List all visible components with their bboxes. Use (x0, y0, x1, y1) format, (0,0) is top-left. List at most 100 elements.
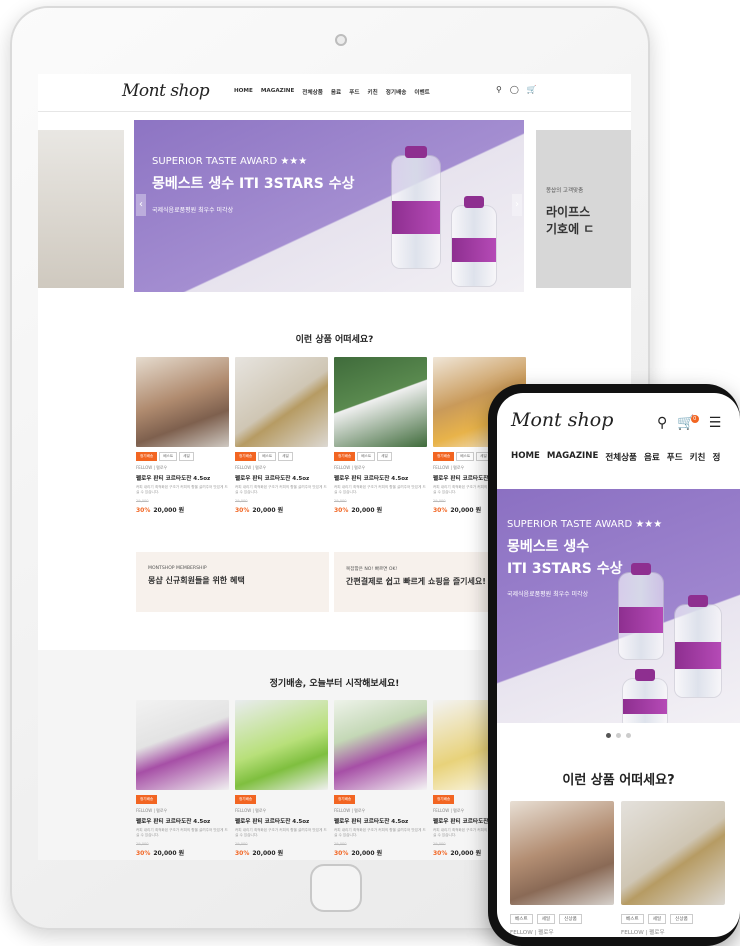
nav-item-subscription[interactable]: 정 (712, 451, 720, 463)
nav-item-drinks[interactable]: 음료 (331, 88, 341, 96)
banner-headline: 몽샵 신규회원들을 위한 혜택 (148, 576, 245, 585)
cart-icon[interactable]: 🛒 (527, 85, 537, 94)
product-image[interactable] (136, 357, 229, 447)
tag-best: 베스트 (510, 914, 533, 924)
product-original-price: 29,000 (235, 499, 248, 503)
nav-item-magazine[interactable]: MAGAZINE (261, 88, 294, 96)
nav-item-food[interactable]: 푸드 (667, 451, 683, 463)
product-tag: 세일 (179, 452, 194, 461)
product-brand: FELLOW | 펠로우 (334, 808, 366, 813)
phone-logo[interactable]: Mont shop (511, 409, 613, 431)
product-image[interactable] (334, 700, 427, 790)
product-card[interactable]: 베스트 세일 신상품 FELLOW | 펠로우 (510, 801, 614, 936)
product-tag: 정기배송 (433, 452, 455, 461)
product-tags: 정기배송 베스트 세일 (235, 452, 328, 461)
product-card[interactable]: 정기배송 FELLOW | 펠로우 펠로우 판티 코르타도잔 4.5oz 커피 … (235, 700, 328, 857)
cart-icon[interactable]: 🛒0 (677, 415, 699, 431)
slider-dot[interactable] (626, 733, 631, 738)
product-description: 커피 내리기 최적화된 구조가 커피의 향을 살려주어 맛있게 드실 수 있습니… (334, 485, 426, 494)
cart-count-badge: 0 (690, 415, 699, 423)
nav-item-kitchen[interactable]: 키친 (367, 88, 377, 96)
discount-percent: 30% (235, 850, 250, 857)
product-name[interactable]: 펠로우 판티 코르타도잔 4.5oz (136, 817, 229, 825)
product-tag: 베스트 (159, 452, 178, 461)
product-tag: 세일 (278, 452, 293, 461)
hero-headline: 몽베스트 생수 ITI 3STARS 수상 (507, 536, 622, 580)
product-tag: 베스트 (357, 452, 376, 461)
membership-banner[interactable]: MONTSHOP MEMBERSHIP 몽샵 신규회원들을 위한 혜택 (136, 552, 329, 612)
nav-item-subscription[interactable]: 정기배송 (386, 88, 407, 96)
tablet-header: Mont shop HOME MAGAZINE 전체상품 음료 푸드 키친 정기… (38, 74, 631, 112)
product-card[interactable]: 정기배송 베스트 세일 FELLOW | 펠로우 펠로우 판티 코르타도잔 4.5o… (334, 357, 427, 514)
product-original-price: 29,000 (334, 499, 347, 503)
product-brand: FELLOW | 펠로우 (235, 465, 267, 470)
nav-item-event[interactable]: 이벤트 (414, 88, 429, 96)
hero-award: SUPERIOR TASTE AWARD ★★★ (507, 519, 663, 530)
header-icons: ⚲ ◯ 🛒 (496, 85, 537, 94)
product-name[interactable]: 펠로우 판티 코르타도잔 4.5oz (136, 474, 229, 482)
product-image[interactable] (334, 357, 427, 447)
hero-prev-arrow[interactable]: ‹ (136, 194, 146, 216)
prev-slide-peek[interactable] (38, 130, 124, 288)
product-image[interactable] (621, 801, 725, 905)
product-image[interactable] (136, 700, 229, 790)
site-logo[interactable]: Mont shop (122, 81, 210, 101)
next-slide-small-text: 몽샵의 고객맞춤 (546, 188, 584, 194)
water-bottle-image (623, 669, 667, 723)
product-tags: 베스트 세일 신상품 (510, 914, 614, 924)
discount-percent: 30% (433, 507, 448, 514)
hamburger-menu-icon[interactable]: ☰ (709, 415, 722, 431)
product-description: 커피 내리기 최적화된 구조가 커피의 향을 살려주어 맛있게 드실 수 있습니… (235, 828, 327, 837)
next-slide-headline: 라이프스 기호에 ㄷ (546, 204, 594, 238)
product-card[interactable]: 정기배송 FELLOW | 펠로우 펠로우 판티 코르타도잔 4.5oz 커피 … (334, 700, 427, 857)
nav-item-kitchen[interactable]: 키친 (690, 451, 706, 463)
product-card[interactable]: 베스트 세일 신상품 FELLOW | 펠로우 (621, 801, 725, 936)
product-description: 커피 내리기 최적화된 구조가 커피의 향을 살려주어 맛있게 드실 수 있습니… (136, 485, 228, 494)
nav-item-all-products[interactable]: 전체상품 (605, 451, 637, 463)
next-slide-peek[interactable]: 몽샵의 고객맞춤 라이프스 기호에 ㄷ (536, 130, 631, 288)
product-image[interactable] (235, 357, 328, 447)
search-icon[interactable]: ⚲ (496, 85, 502, 94)
nav-item-drinks[interactable]: 음료 (644, 451, 660, 463)
product-tags: 정기배송 (136, 795, 229, 804)
phone-nav: HOME MAGAZINE 전체상품 음료 푸드 키친 정 (511, 451, 720, 463)
slider-dot[interactable] (616, 733, 621, 738)
product-name[interactable]: 펠로우 판티 코르타도잔 4.5oz (334, 817, 427, 825)
product-card[interactable]: 정기배송 베스트 세일 FELLOW | 펠로우 펠로우 판티 코르타도잔 4.5o… (235, 357, 328, 514)
device-mockup-stage: Mont shop HOME MAGAZINE 전체상품 음료 푸드 키친 정기… (0, 0, 740, 946)
discount-percent: 30% (334, 507, 349, 514)
sale-price: 20,000 원 (252, 507, 284, 514)
product-tag: 베스트 (258, 452, 277, 461)
product-brand: FELLOW | 펠로우 (621, 930, 665, 936)
nav-item-home[interactable]: HOME (511, 451, 540, 463)
product-price: 30% 20,000 원 (136, 505, 229, 514)
product-image[interactable] (235, 700, 328, 790)
product-tags: 정기배송 (235, 795, 328, 804)
product-tag: 베스트 (456, 452, 475, 461)
sale-price: 20,000 원 (450, 850, 482, 857)
product-name[interactable]: 펠로우 판티 코르타도잔 4.5oz (235, 817, 328, 825)
nav-item-home[interactable]: HOME (234, 88, 253, 96)
nav-item-food[interactable]: 푸드 (349, 88, 359, 96)
nav-item-all-products[interactable]: 전체상품 (302, 88, 323, 96)
hero-subtitle: 국제식음료품평원 최우수 미각상 (507, 591, 589, 598)
user-icon[interactable]: ◯ (510, 85, 519, 94)
nav-item-magazine[interactable]: MAGAZINE (547, 451, 598, 463)
product-price: 30% 20,000 원 (235, 848, 328, 857)
water-bottle-image (619, 563, 663, 659)
slider-dot-active[interactable] (606, 733, 611, 738)
product-name[interactable]: 펠로우 판티 코르타도잔 4.5oz (334, 474, 427, 482)
product-name[interactable]: 펠로우 판티 코르타도잔 4.5oz (235, 474, 328, 482)
product-card[interactable]: 정기배송 베스트 세일 FELLOW | 펠로우 펠로우 판티 코르타도잔 4.5o… (136, 357, 229, 514)
search-icon[interactable]: ⚲ (657, 415, 667, 431)
hero-next-arrow[interactable]: › (512, 194, 522, 216)
phone-screen: Mont shop ⚲ 🛒0 ☰ HOME MAGAZINE 전체상품 음료 푸… (497, 393, 740, 937)
hero-slider[interactable]: SUPERIOR TASTE AWARD ★★★ 몽베스트 생수 ITI 3ST… (134, 120, 524, 292)
product-price: 30% 20,000 원 (334, 848, 427, 857)
product-original-price: 29,000 (235, 842, 248, 846)
sale-price: 20,000 원 (351, 850, 383, 857)
product-tag: 정기배송 (136, 452, 158, 461)
phone-hero-slider[interactable]: SUPERIOR TASTE AWARD ★★★ 몽베스트 생수 ITI 3ST… (497, 489, 740, 723)
product-image[interactable] (510, 801, 614, 905)
product-card[interactable]: 정기배송 FELLOW | 펠로우 펠로우 판티 코르타도잔 4.5oz 커피 … (136, 700, 229, 857)
